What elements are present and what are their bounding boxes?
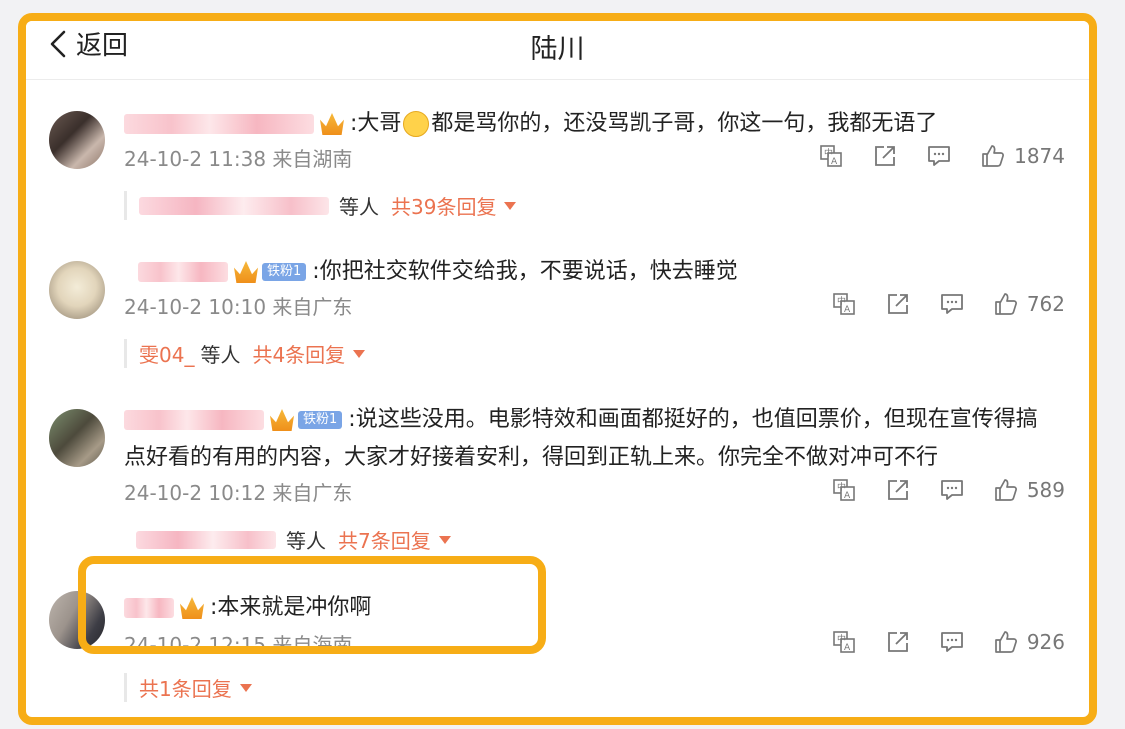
username[interactable] [124, 410, 264, 430]
like-count: 926 [1026, 630, 1065, 654]
replier-names[interactable] [139, 196, 329, 215]
crown-icon [270, 409, 294, 431]
comment-icon[interactable] [939, 629, 965, 655]
comment-actions: 中A 762 [831, 291, 1065, 317]
comment-time: 24-10-2 11:38 [124, 147, 267, 171]
avatar[interactable] [49, 409, 105, 467]
comment-source: 来自湖南 [272, 147, 353, 171]
crown-icon [234, 261, 258, 283]
thumbs-up-icon [982, 145, 1005, 167]
translate-icon[interactable]: 中A [831, 291, 857, 317]
like-button[interactable]: 762 [993, 291, 1065, 317]
replier-names[interactable] [136, 530, 276, 549]
svg-text:A: A [844, 305, 851, 315]
comment-line: 铁粉1 :你把社交软件交给我，不要说话，快去睡觉 [124, 253, 1065, 291]
share-icon[interactable] [872, 143, 898, 169]
chevron-down-icon[interactable] [239, 683, 252, 692]
reply-summary: 等人 共39条回复 [124, 191, 1065, 220]
like-count: 589 [1026, 478, 1065, 502]
avatar[interactable] [49, 261, 105, 319]
comment-actions: 中A 589 [831, 477, 1065, 503]
reply-count-link[interactable]: 共7条回复 [338, 525, 431, 554]
svg-text:A: A [844, 491, 851, 501]
chevron-down-icon[interactable] [353, 349, 366, 358]
svg-text:A: A [831, 157, 838, 167]
highlight-box [78, 556, 546, 654]
chevron-down-icon[interactable] [438, 535, 451, 544]
replies-suffix: 等人 [200, 343, 241, 367]
comment-line-2: 点好看的有用的内容，大家才好接着安利，得回到正轨上来。你完全不做对冲可不行 [124, 439, 1065, 477]
comment-icon[interactable] [939, 291, 965, 317]
fan-badge: 铁粉1 [298, 411, 343, 429]
thumbs-up-icon [994, 293, 1017, 315]
reply-summary: 雯04_ 等人 共4条回复 [124, 339, 1065, 368]
comment-text-rest: 都是骂你的，还没骂凯子哥，你这一句，我都无语了 [431, 111, 938, 136]
page-title: 陆川 [530, 34, 585, 65]
crown-icon [320, 113, 344, 135]
reply-summary: 共1条回复 [124, 673, 1065, 702]
reply-summary: 等人 共7条回复 [124, 525, 1065, 554]
like-button[interactable]: 589 [993, 477, 1065, 503]
comment-line: 铁粉1 :说这些没用。电影特效和画面都挺好的，也值回票价，但现在宣传得搞 [124, 401, 1065, 439]
fan-badge: 铁粉1 [262, 263, 307, 281]
translate-icon[interactable]: 中A [831, 629, 857, 655]
replies-suffix: 等人 [286, 529, 326, 553]
username[interactable] [124, 114, 314, 134]
thumbs-up-icon [994, 631, 1017, 653]
nav-header: 返回 陆川 [26, 21, 1089, 80]
like-button[interactable]: 1874 [980, 143, 1065, 169]
reply-count-link[interactable]: 共4条回复 [252, 339, 345, 368]
comment-text-2: 点好看的有用的内容，大家才好接着安利，得回到正轨上来。你完全不做对冲可不行 [124, 445, 939, 470]
replier-name[interactable]: 雯04_ [139, 339, 194, 368]
comment-actions: 中A 926 [831, 629, 1065, 655]
chevron-down-icon[interactable] [504, 201, 517, 210]
comment-source: 来自广东 [272, 295, 353, 319]
comment-text: :大哥 [350, 111, 402, 136]
comment-time: 24-10-2 10:12 [124, 481, 267, 505]
share-icon[interactable] [885, 291, 911, 317]
avatar[interactable] [49, 111, 105, 169]
comment-text: :说这些没用。电影特效和画面都挺好的，也值回票价，但现在宣传得搞 [348, 407, 1038, 432]
like-button[interactable]: 926 [993, 629, 1065, 655]
share-icon[interactable] [885, 629, 911, 655]
translate-icon[interactable]: 中A [831, 477, 857, 503]
translate-icon[interactable]: 中A [818, 143, 844, 169]
comment-icon[interactable] [926, 143, 952, 169]
comment-line: :大哥 都是骂你的，还没骂凯子哥，你这一句，我都无语了 [124, 105, 1065, 143]
emoji-icon [403, 111, 430, 137]
share-icon[interactable] [885, 477, 911, 503]
reply-count-link[interactable]: 共1条回复 [139, 673, 232, 702]
replies-suffix: 等人 [339, 195, 379, 219]
svg-text:A: A [844, 643, 851, 653]
comment-actions: 中A 1874 [818, 143, 1065, 169]
comment-meta: 24-10-2 10:10 来自广东 中A 762 [124, 291, 1065, 325]
reply-count-link[interactable]: 共39条回复 [391, 191, 496, 220]
comment-text: :你把社交软件交给我，不要说话，快去睡觉 [312, 259, 738, 284]
comment-icon[interactable] [939, 477, 965, 503]
comment-meta: 24-10-2 11:38 来自湖南 中A 1874 [124, 143, 1065, 177]
comment-time: 24-10-2 10:10 [124, 295, 267, 319]
comment-source: 来自广东 [272, 481, 353, 505]
like-count: 1874 [1014, 144, 1065, 168]
like-count: 762 [1026, 292, 1065, 316]
username[interactable] [138, 262, 228, 282]
comment-meta: 24-10-2 10:12 来自广东 中A 589 [124, 477, 1065, 511]
thumbs-up-icon [994, 479, 1017, 501]
